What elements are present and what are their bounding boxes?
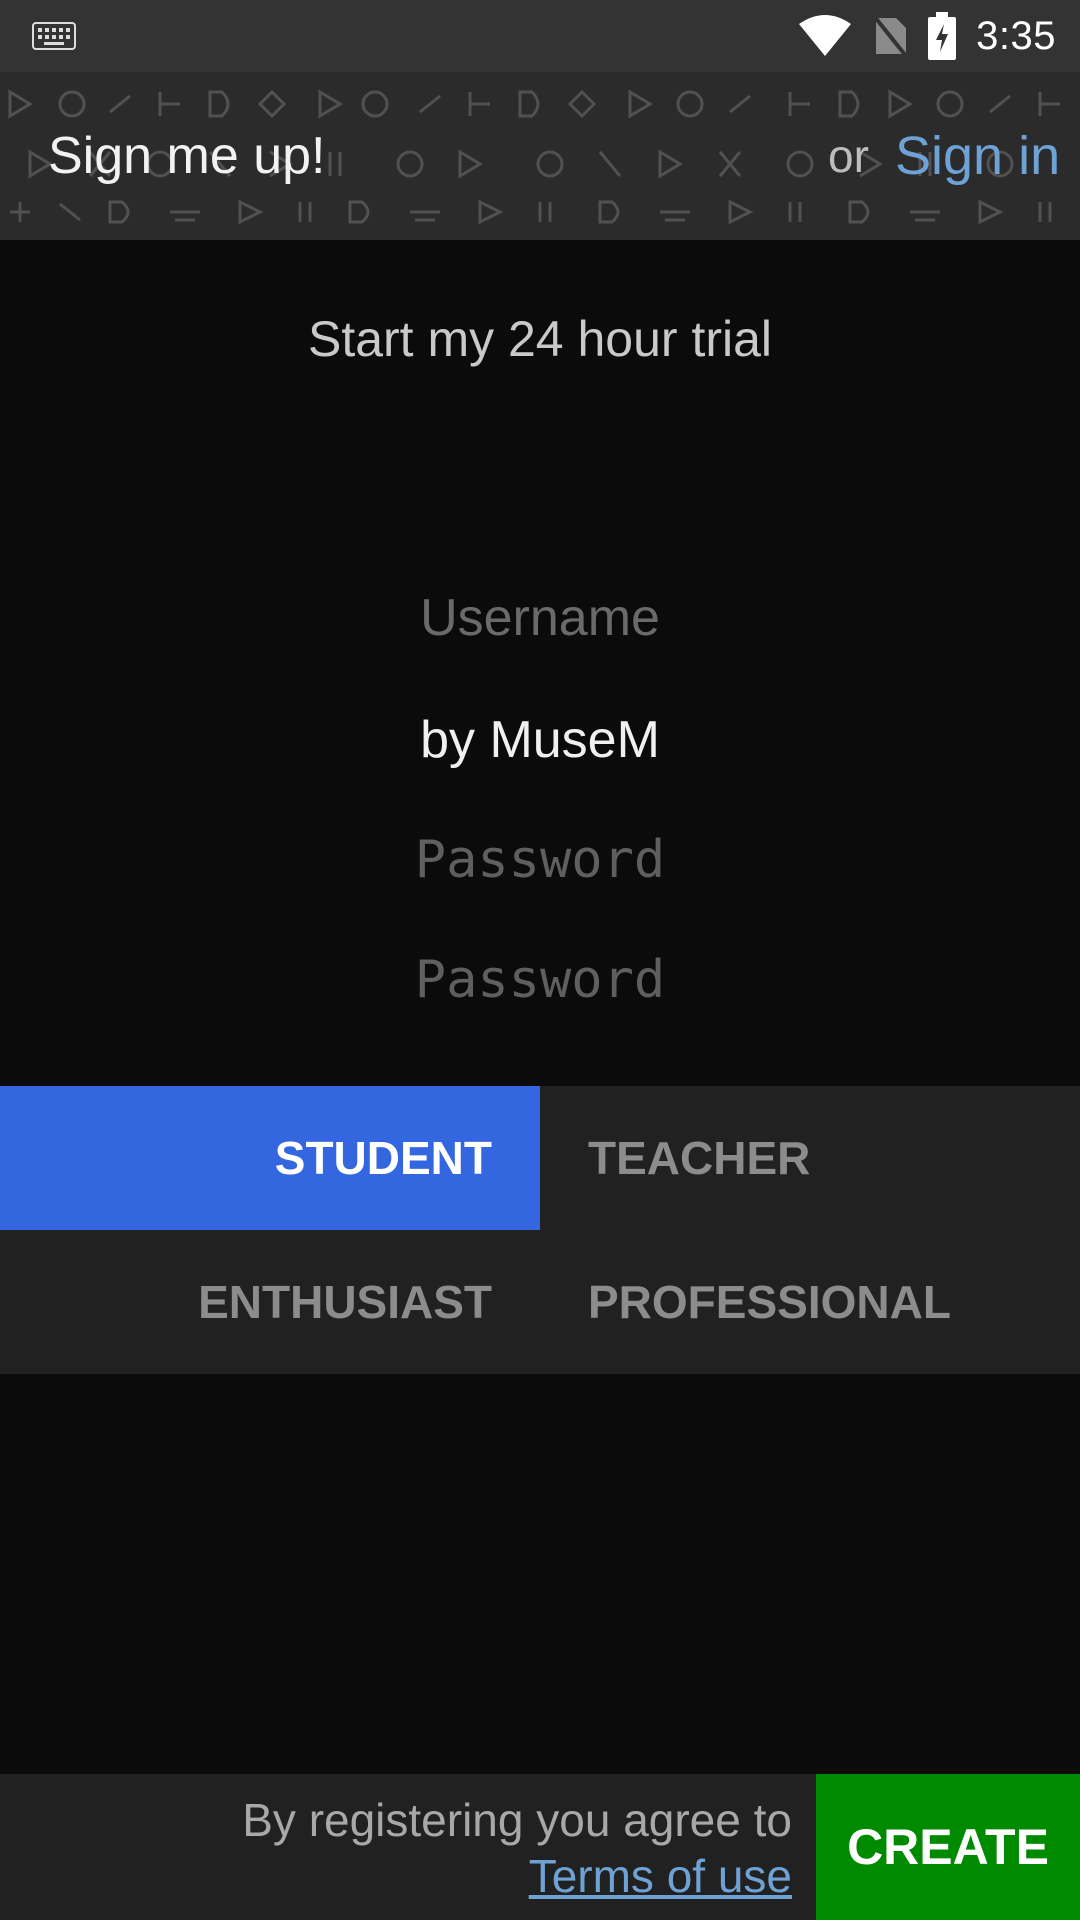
sign-in-link[interactable]: Sign in (895, 72, 1060, 240)
create-button[interactable]: CREATE (816, 1774, 1080, 1920)
signup-form: Start my 24 hour trial (0, 240, 1080, 1086)
byline-input[interactable] (240, 690, 840, 790)
no-sim-icon (872, 14, 908, 58)
keyboard-icon (32, 22, 76, 50)
confirm-password-input[interactable] (240, 930, 840, 1030)
agree-text: By registering you agree to (242, 1794, 792, 1846)
battery-charging-icon (928, 12, 957, 60)
clock: 3:35 (976, 13, 1056, 58)
bottom-bar: By registering you agree to Terms of use… (0, 1774, 1080, 1920)
app-header: Sign me up! or Sign in (0, 72, 1080, 240)
role-teacher-button[interactable]: TEACHER (540, 1086, 1080, 1230)
role-selector: STUDENT TEACHER ENTHUSIAST PROFESSIONAL (0, 1086, 1080, 1374)
or-label: or (828, 130, 869, 182)
role-professional-button[interactable]: PROFESSIONAL (540, 1230, 1080, 1374)
status-bar: 3:35 (0, 0, 1080, 72)
terms-notice: By registering you agree to Terms of use (0, 1774, 792, 1920)
wifi-icon (799, 15, 852, 56)
terms-of-use-link[interactable]: Terms of use (529, 1848, 792, 1904)
trial-heading: Start my 24 hour trial (307, 311, 773, 367)
role-enthusiast-button[interactable]: ENTHUSIAST (0, 1230, 540, 1374)
password-input[interactable] (240, 810, 840, 910)
role-student-button[interactable]: STUDENT (0, 1086, 540, 1230)
page-title: Sign me up! (48, 127, 326, 185)
username-input[interactable] (240, 568, 840, 668)
status-icons: 3:35 (798, 0, 1056, 72)
